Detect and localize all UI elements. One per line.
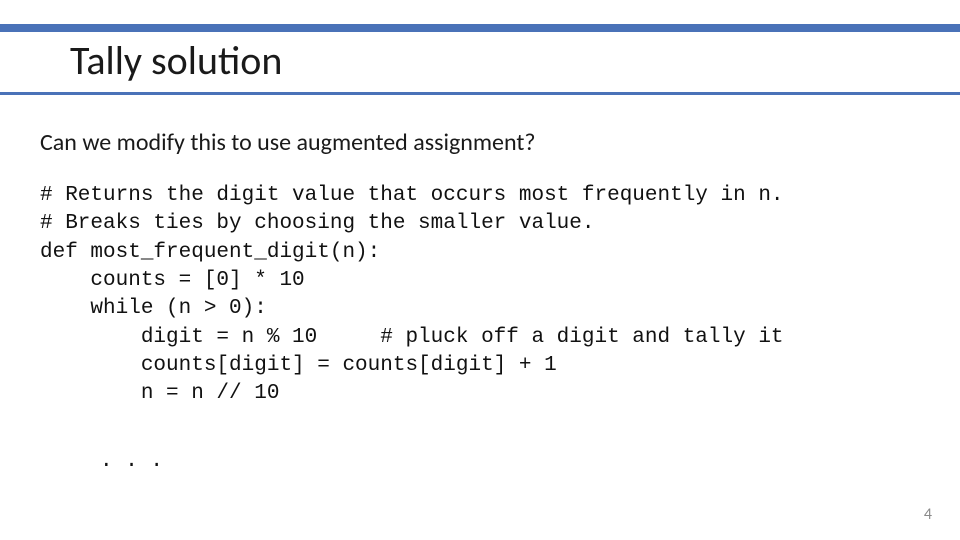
title-underline (0, 92, 960, 95)
code-block: # Returns the digit value that occurs mo… (40, 182, 784, 409)
slide: Tally solution Can we modify this to use… (0, 0, 960, 540)
question-text: Can we modify this to use augmented assi… (40, 128, 536, 157)
top-accent-bar (0, 24, 960, 32)
page-number: 4 (924, 505, 932, 524)
slide-title: Tally solution (70, 36, 282, 85)
ellipsis: . . . (100, 450, 163, 473)
